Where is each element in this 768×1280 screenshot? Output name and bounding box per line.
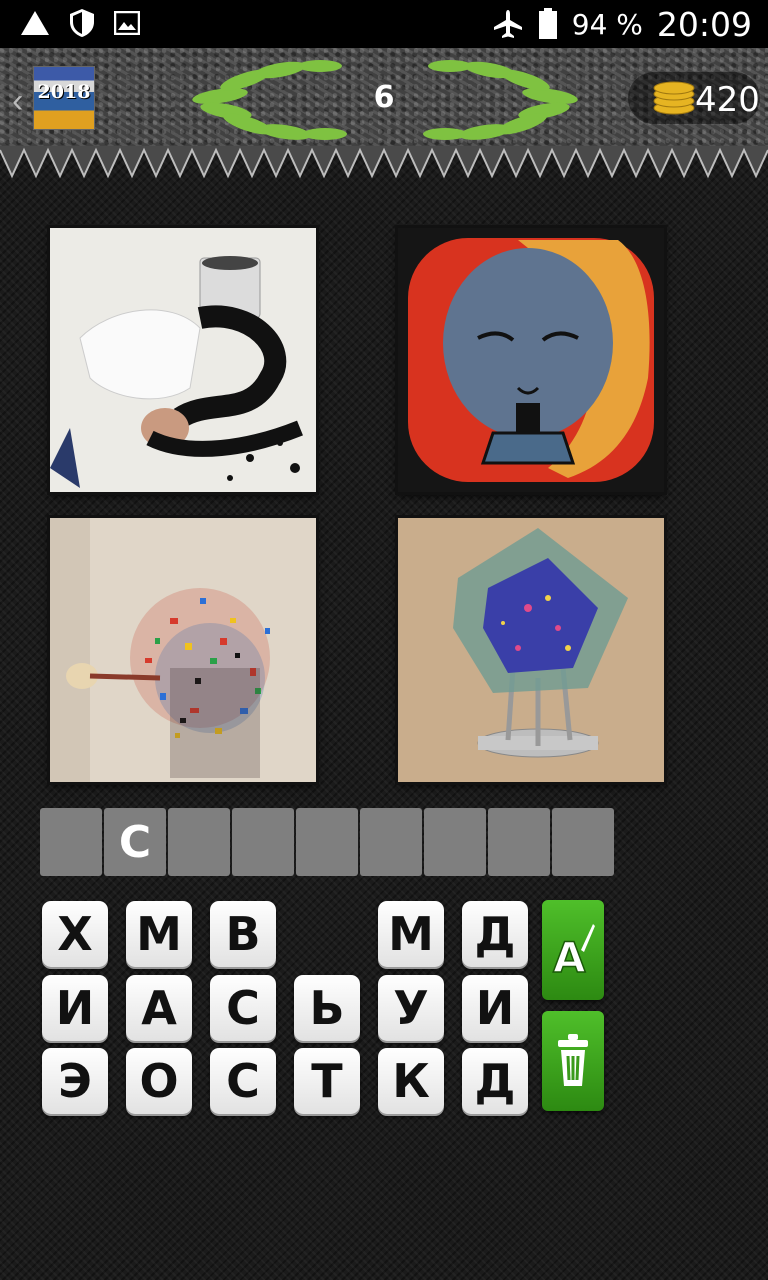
- battery-icon: [538, 8, 557, 39]
- letter-tile[interactable]: И: [42, 975, 108, 1041]
- picture-2: [398, 228, 664, 492]
- logo-year: 2018: [37, 81, 91, 103]
- letter-tile[interactable]: С: [210, 1048, 276, 1114]
- letter-tile[interactable]: Д: [462, 901, 528, 967]
- answer-slot[interactable]: С: [104, 808, 166, 876]
- shield-icon: [70, 9, 94, 37]
- letter-tile[interactable]: Т: [294, 1048, 360, 1114]
- answer-slot[interactable]: [40, 808, 102, 876]
- answer-slot[interactable]: [168, 808, 230, 876]
- back-chevron-icon: ‹: [12, 82, 24, 120]
- airplane-icon: [493, 10, 522, 38]
- delete-button[interactable]: [542, 1011, 604, 1111]
- clock: 20:09: [656, 4, 752, 44]
- exploding-color-sculpture-photo: [50, 518, 316, 782]
- answer-slot[interactable]: [424, 808, 486, 876]
- picture-1: [50, 228, 316, 492]
- trash-icon: [558, 1034, 588, 1086]
- letter-tile[interactable]: Ь: [294, 975, 360, 1041]
- picture-3: [50, 518, 316, 782]
- answer-slot[interactable]: [488, 808, 550, 876]
- hint-button[interactable]: A: [542, 900, 604, 1000]
- status-bar: 94 % 20:09: [0, 0, 768, 48]
- coin-stack-icon: [653, 81, 695, 115]
- answer-slot[interactable]: [232, 808, 294, 876]
- letter-tile[interactable]: Д: [462, 1048, 528, 1114]
- answer-slot[interactable]: [360, 808, 422, 876]
- letter-tile[interactable]: М: [378, 901, 444, 967]
- answer-slot[interactable]: [296, 808, 358, 876]
- answer-slots: С: [40, 808, 614, 876]
- level-number: 6: [373, 80, 395, 115]
- answer-slot[interactable]: [552, 808, 614, 876]
- header-zigzag-border: [0, 146, 768, 179]
- glass-cube-sculpture-photo: [398, 518, 664, 782]
- performance-painting-photo: [50, 228, 316, 492]
- warning-triangle-icon: [21, 11, 49, 35]
- letter-tile[interactable]: М: [126, 901, 192, 967]
- painted-plate-photo: [398, 228, 664, 492]
- letter-tile[interactable]: Э: [42, 1048, 108, 1114]
- letter-tile[interactable]: К: [378, 1048, 444, 1114]
- image-icon: [114, 11, 140, 35]
- coins-count: 420: [695, 80, 760, 120]
- letter-tile[interactable]: У: [378, 975, 444, 1041]
- letter-tile[interactable]: А: [126, 975, 192, 1041]
- svg-text:A: A: [553, 933, 586, 980]
- letter-tile[interactable]: Х: [42, 901, 108, 967]
- letter-tile[interactable]: С: [210, 975, 276, 1041]
- app-logo: 2018: [33, 66, 95, 130]
- battery-percent: 94 %: [571, 7, 643, 41]
- letter-tile[interactable]: И: [462, 975, 528, 1041]
- letter-hint-icon: A: [552, 924, 595, 980]
- letter-tile[interactable]: О: [126, 1048, 192, 1114]
- picture-4: [398, 518, 664, 782]
- letter-tile[interactable]: В: [210, 901, 276, 967]
